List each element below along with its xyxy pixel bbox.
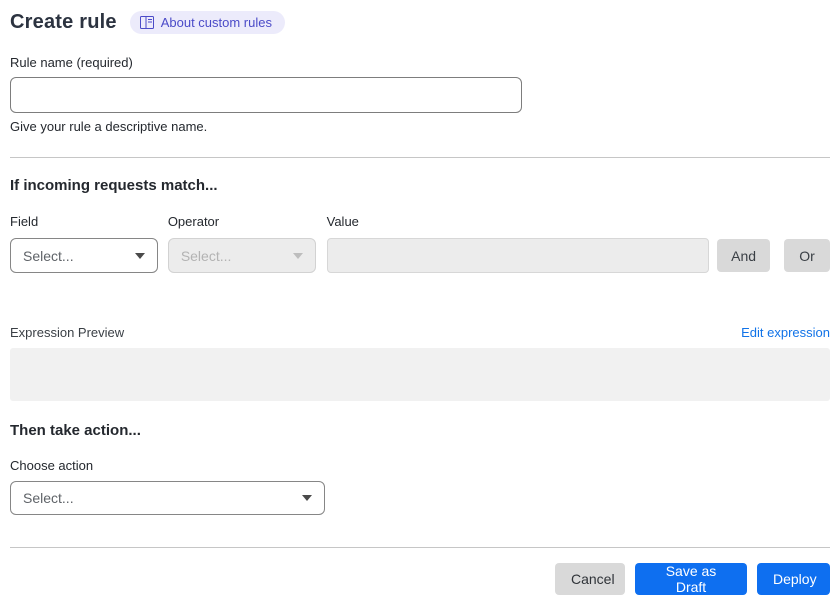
cancel-button[interactable]: Cancel [555, 563, 625, 595]
operator-column: Operator Select... [167, 214, 316, 273]
value-input[interactable] [326, 238, 710, 273]
field-select-value: Select... [23, 247, 74, 264]
choose-action-select-value: Select... [23, 490, 74, 506]
divider [10, 157, 830, 158]
value-column: Value [326, 214, 710, 273]
expression-preview-header: Expression Preview Edit expression [10, 325, 830, 340]
chevron-down-icon [292, 252, 303, 259]
badge-label: About custom rules [160, 15, 272, 30]
operator-select-value: Select... [180, 247, 232, 264]
page-title: Create rule [10, 11, 117, 33]
action-section-heading: Then take action... [10, 422, 141, 439]
expression-preview-label: Expression Preview [10, 325, 125, 340]
footer-divider [10, 547, 830, 548]
choose-action-select[interactable]: Select... [10, 481, 325, 515]
choose-action-label: Choose action [10, 458, 94, 473]
book-icon [139, 16, 154, 29]
edit-expression-link[interactable]: Edit expression [741, 325, 830, 340]
about-custom-rules-badge[interactable]: About custom rules [129, 11, 285, 34]
rule-name-input[interactable] [10, 77, 522, 113]
match-section-heading: If incoming requests match... [10, 177, 218, 194]
chevron-down-icon [302, 495, 312, 501]
footer-actions: Cancel Save as Draft Deploy [10, 563, 830, 595]
expression-preview-box [10, 348, 830, 401]
expression-builder-row: Field Select... Operator Select... Value… [10, 214, 830, 273]
value-label: Value [326, 214, 359, 229]
rule-name-helper-text: Give your rule a descriptive name. [10, 119, 208, 134]
and-button[interactable]: And [717, 239, 771, 272]
field-column: Field Select... [10, 214, 158, 273]
or-button[interactable]: Or [784, 239, 830, 272]
field-select[interactable]: Select... [10, 238, 158, 273]
deploy-button[interactable]: Deploy [757, 563, 830, 595]
page-header: Create rule About custom rules [10, 11, 830, 34]
rule-name-label: Rule name (required) [10, 55, 133, 70]
save-as-draft-button[interactable]: Save as Draft [635, 563, 747, 595]
chevron-down-icon [134, 252, 145, 259]
operator-label: Operator [167, 214, 220, 229]
operator-select[interactable]: Select... [167, 238, 316, 273]
field-label: Field [10, 214, 39, 229]
